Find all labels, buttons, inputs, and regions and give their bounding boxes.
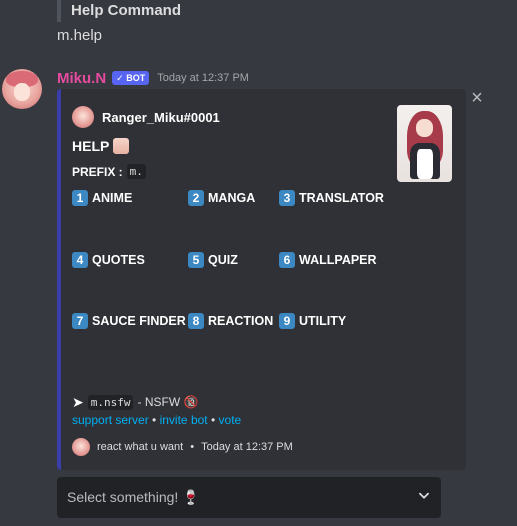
prefix-value: m. — [126, 164, 146, 179]
embed-footer: react what u want • Today at 12:37 PM — [72, 437, 293, 457]
links-row: support server • invite bot • vote — [72, 413, 241, 427]
category-sauce-finder: 7 SAUCE FINDER — [72, 313, 186, 329]
category-label: MANGA — [208, 191, 256, 205]
author-name: Ranger_Miku#0001 — [102, 109, 220, 125]
username[interactable]: Miku.N — [57, 70, 106, 87]
nsfw-command: m.nsfw — [87, 394, 134, 410]
nsfw-text: - NSFW 🔞 — [137, 395, 199, 409]
keycap-5-icon: 5 — [188, 252, 204, 268]
category-quiz: 5 QUIZ — [188, 252, 238, 268]
category-reaction: 8 REACTION — [188, 313, 273, 329]
category-translator: 3 TRANSLATOR — [279, 190, 384, 206]
category-label: TRANSLATOR — [299, 191, 384, 205]
embed-title: HELP — [72, 138, 130, 154]
category-label: QUOTES — [92, 253, 145, 267]
keycap-4-icon: 4 — [72, 252, 88, 268]
vote-link[interactable]: vote — [219, 413, 242, 427]
category-anime: 1 ANIME — [72, 190, 132, 206]
category-manga: 2 MANGA — [188, 190, 255, 206]
bot-badge: ✓ BOT — [112, 71, 150, 85]
category-label: REACTION — [208, 314, 274, 328]
prefix-row: PREFIX : m. — [72, 164, 146, 179]
support-server-link[interactable]: support server — [72, 413, 149, 427]
embed-thumbnail[interactable] — [397, 105, 452, 182]
keycap-7-icon: 7 — [72, 313, 88, 329]
keycap-3-icon: 3 — [279, 190, 295, 206]
select-placeholder: Select something! 🍷 — [67, 489, 200, 505]
keycap-2-icon: 2 — [188, 190, 204, 206]
category-label: ANIME — [92, 191, 133, 205]
invite-bot-link[interactable]: invite bot — [160, 413, 208, 427]
category-label: QUIZ — [208, 253, 238, 267]
footer-avatar — [72, 438, 90, 456]
link-separator: • — [152, 413, 157, 427]
category-quotes: 4 QUOTES — [72, 252, 145, 268]
author-avatar — [72, 106, 94, 128]
keycap-1-icon: 1 — [72, 190, 88, 206]
message-timestamp: Today at 12:37 PM — [157, 72, 249, 84]
category-label: UTILITY — [299, 314, 347, 328]
category-wallpaper: 6 WALLPAPER — [279, 252, 377, 268]
avatar[interactable] — [2, 69, 42, 109]
keycap-9-icon: 9 — [279, 313, 295, 329]
prefix-label: PREFIX : — [72, 164, 123, 179]
previous-message-text: m.help — [57, 27, 103, 44]
embed-author: Ranger_Miku#0001 — [72, 106, 220, 128]
select-menu[interactable]: Select something! 🍷 — [57, 477, 441, 518]
chevron-down-icon[interactable] — [417, 489, 431, 506]
footer-text: react what u want — [97, 441, 184, 453]
category-label: SAUCE FINDER — [92, 314, 186, 328]
message-header: Miku.N ✓ BOT Today at 12:37 PM — [57, 68, 249, 88]
help-emoji-icon — [113, 138, 130, 154]
keycap-6-icon: 6 — [279, 252, 295, 268]
footer-time: Today at 12:37 PM — [201, 441, 293, 453]
category-label: WALLPAPER — [299, 253, 377, 267]
arrow-right-icon: ➤ — [72, 393, 84, 410]
quote-text: Help Command — [71, 2, 182, 19]
footer-separator: • — [190, 441, 195, 453]
close-icon[interactable]: × — [468, 88, 486, 108]
keycap-8-icon: 8 — [188, 313, 204, 329]
quote-block: Help Command — [57, 0, 181, 22]
nsfw-row: ➤ m.nsfw - NSFW 🔞 — [72, 393, 198, 411]
category-utility: 9 UTILITY — [279, 313, 346, 329]
link-separator: • — [210, 413, 216, 427]
embed-title-text: HELP — [72, 138, 110, 154]
